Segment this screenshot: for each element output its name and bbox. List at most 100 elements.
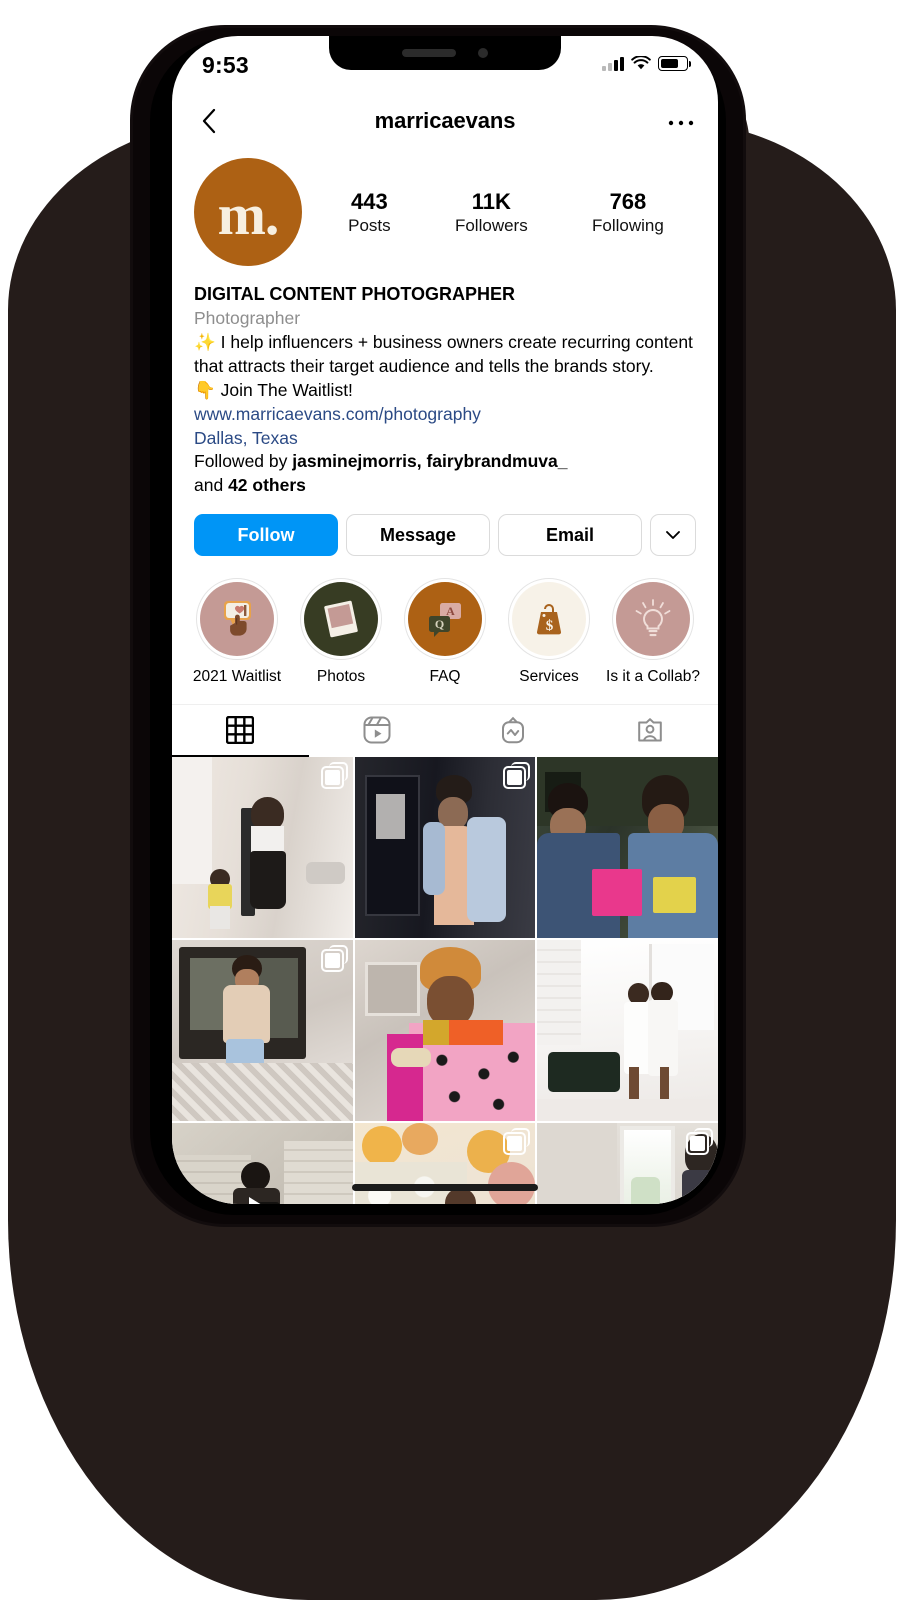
page-title: marricaevans	[374, 108, 516, 133]
carousel-badge-icon	[320, 945, 348, 973]
status-clock: 9:53	[202, 52, 249, 78]
followed-by-row: Followed by jasminejmorris, fairybrandmu…	[194, 450, 696, 474]
highlight-label: Is it a Collab?	[606, 668, 700, 686]
svg-text:$: $	[546, 618, 554, 634]
svg-text:Q: Q	[435, 617, 444, 631]
highlight-2021-waitlist[interactable]: 2021 Waitlist	[190, 578, 284, 686]
post-grid	[172, 757, 718, 1204]
followed-by-count[interactable]: 42 others	[228, 475, 306, 495]
phone-screen: 9:53 marricaevans m. 443 Posts 11K Follo…	[172, 36, 718, 1204]
tab-igtv[interactable]	[445, 705, 582, 757]
question-answer-bubbles-icon: A Q	[429, 603, 461, 638]
bio-cta: 👇 Join The Waitlist!	[194, 379, 353, 400]
bio-description: ✨ I help influencers + business owners c…	[194, 331, 693, 376]
stat-followers-label: Followers	[454, 215, 528, 235]
highlight-cover: A Q	[408, 582, 482, 657]
profile-header: m. 443 Posts 11K Followers 768 Following	[172, 150, 718, 266]
chevron-left-icon	[202, 108, 216, 134]
lightbulb-idea-icon	[635, 599, 671, 637]
chevron-down-icon	[666, 531, 680, 540]
stat-posts-label: Posts	[348, 215, 391, 235]
svg-text:A: A	[446, 604, 455, 618]
followed-by-others-row: and 42 others	[194, 474, 696, 498]
avatar[interactable]: m.	[194, 158, 302, 266]
highlight-photos[interactable]: Photos	[294, 578, 388, 686]
tab-tagged[interactable]	[582, 705, 719, 757]
video-play-icon	[249, 1197, 276, 1204]
tab-reels[interactable]	[309, 705, 446, 757]
grid-post[interactable]	[172, 757, 353, 939]
home-indicator[interactable]	[352, 1184, 538, 1191]
highlight-ring	[612, 578, 694, 661]
profile-bio: DIGITAL CONTENT PHOTOGRAPHER Photographe…	[172, 266, 718, 498]
stat-posts[interactable]: 443 Posts	[348, 188, 391, 236]
post-thumbnail	[172, 1122, 353, 1204]
message-button[interactable]: Message	[346, 514, 490, 557]
followed-by-names[interactable]: jasminejmorris, fairybrandmuva_	[292, 451, 567, 471]
highlight-label: 2021 Waitlist	[192, 668, 282, 686]
cellular-signal-icon	[602, 56, 624, 71]
stat-following[interactable]: 768 Following	[592, 188, 664, 236]
highlight-ring	[300, 578, 382, 661]
avatar-monogram: m.	[217, 182, 280, 247]
highlight-label: FAQ	[429, 668, 461, 686]
highlight-cover	[616, 582, 690, 657]
highlight-faq[interactable]: A Q FAQ	[398, 578, 492, 686]
grid-post[interactable]	[172, 940, 353, 1121]
follow-button[interactable]: Follow	[194, 514, 338, 557]
bio-location[interactable]: Dallas, Texas	[194, 427, 696, 451]
more-actions-button[interactable]	[650, 514, 696, 557]
device-notch	[329, 36, 561, 70]
highlight-label: Photos	[316, 668, 366, 686]
more-options-button[interactable]	[668, 115, 694, 127]
highlight-cover: $	[512, 582, 586, 657]
polaroid-photo-icon	[324, 601, 358, 638]
profile-actions: Follow Message Email	[172, 498, 718, 557]
grid-post[interactable]	[354, 757, 536, 939]
price-tag-dollar-icon: $	[536, 604, 562, 635]
stat-followers[interactable]: 11K Followers	[455, 188, 528, 236]
profile-stats: 443 Posts 11K Followers 768 Following	[302, 188, 696, 236]
grid-post[interactable]	[537, 757, 718, 939]
tagged-user-icon	[637, 718, 662, 742]
stat-following-label: Following	[592, 215, 664, 235]
carousel-badge-icon	[686, 1127, 713, 1155]
status-icons	[602, 52, 692, 71]
highlight-ring: A Q	[404, 578, 486, 661]
stat-followers-value: 11K	[471, 189, 511, 215]
grid-post[interactable]	[537, 1122, 718, 1204]
reels-icon	[363, 716, 391, 744]
highlight-ring	[196, 578, 278, 661]
bio-display-name: DIGITAL CONTENT PHOTOGRAPHER	[194, 284, 516, 304]
bio-website-link[interactable]: www.marricaevans.com/photography	[194, 403, 696, 427]
highlight-cover	[200, 582, 274, 657]
profile-tabs	[172, 704, 719, 758]
stat-posts-value: 443	[351, 189, 388, 215]
post-thumbnail	[354, 940, 536, 1121]
post-thumbnail	[537, 940, 718, 1121]
front-camera-icon	[478, 48, 488, 58]
back-button[interactable]	[196, 108, 222, 134]
stat-following-value: 768	[609, 189, 647, 215]
carousel-badge-icon	[503, 762, 531, 790]
followed-by-prefix: Followed by	[194, 451, 293, 472]
highlight-cover	[304, 582, 378, 657]
highlight-is-it-a-collab[interactable]: Is it a Collab?	[606, 578, 700, 686]
ellipsis-icon	[668, 120, 694, 126]
grid-icon	[226, 716, 255, 745]
tab-grid[interactable]	[172, 705, 309, 758]
email-button[interactable]: Email	[498, 514, 642, 557]
mockup-stage: 9:53 marricaevans m. 443 Posts 11K Follo…	[0, 0, 904, 1600]
bio-category: Photographer	[194, 307, 301, 328]
carousel-badge-icon	[320, 762, 348, 790]
grid-post[interactable]	[172, 1122, 353, 1204]
highlight-label: Services	[519, 668, 579, 686]
earpiece-speaker-icon	[402, 49, 456, 57]
highlight-services[interactable]: $ Services	[502, 578, 596, 686]
grid-post[interactable]	[354, 1122, 536, 1204]
grid-post[interactable]	[537, 940, 718, 1121]
carousel-badge-icon	[503, 1127, 531, 1155]
status-bar: 9:53	[172, 36, 718, 92]
grid-post[interactable]	[354, 940, 536, 1121]
highlight-ring: $	[508, 578, 590, 661]
